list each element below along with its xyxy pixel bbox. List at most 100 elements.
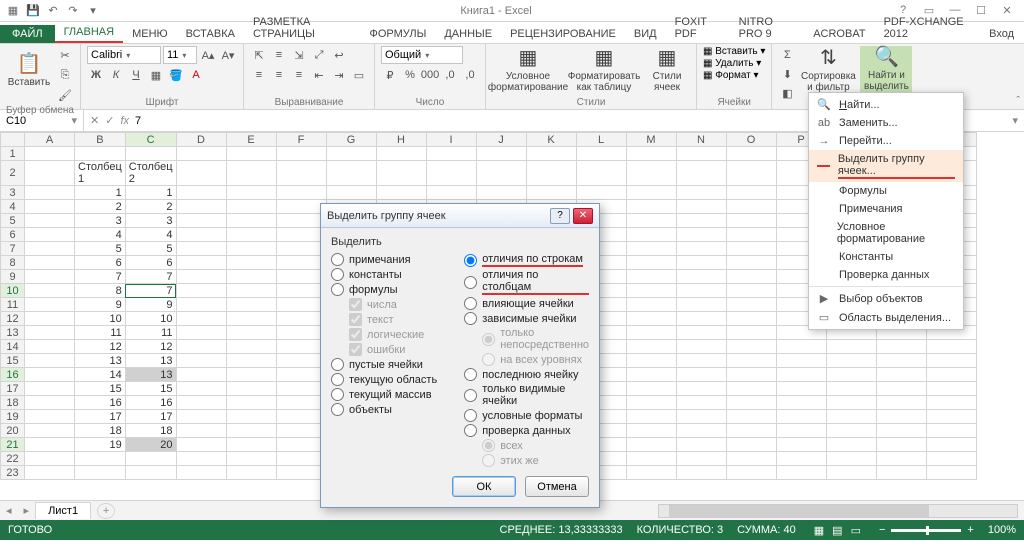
format-painter-icon[interactable]: 🖌 bbox=[56, 86, 74, 104]
tab-pdfx[interactable]: PDF-XChange 2012 bbox=[875, 13, 980, 43]
opt-dependents[interactable]: зависимые ячейки bbox=[464, 311, 589, 326]
font-size-select[interactable]: 11▾ bbox=[163, 46, 197, 64]
close-window-icon[interactable]: ✕ bbox=[996, 4, 1018, 17]
opt-col-diff[interactable]: отличия по столбцам bbox=[464, 268, 589, 296]
tab-acrobat[interactable]: ACROBAT bbox=[804, 25, 874, 43]
dialog-header[interactable]: Выделить группу ячеек ? ✕ bbox=[321, 204, 599, 228]
cut-icon[interactable]: ✂ bbox=[56, 46, 74, 64]
opt-data-validation[interactable]: проверка данных bbox=[464, 423, 589, 438]
menu-constants[interactable]: Константы bbox=[809, 248, 963, 266]
opt-cond-formats[interactable]: условные форматы bbox=[464, 408, 589, 423]
opt-current-array[interactable]: текущий массив bbox=[331, 387, 454, 402]
fill-color-icon[interactable]: 🪣 bbox=[167, 66, 185, 84]
insert-cells-button[interactable]: ▦ Вставить ▾ bbox=[703, 46, 765, 57]
expand-fbar-icon[interactable]: ▾ bbox=[1006, 114, 1024, 127]
tab-insert[interactable]: ВСТАВКА bbox=[177, 25, 244, 43]
tab-home[interactable]: ГЛАВНАЯ bbox=[55, 23, 123, 43]
align-left-icon[interactable]: ≡ bbox=[250, 66, 268, 84]
wrap-text-icon[interactable]: ↩ bbox=[330, 46, 348, 64]
opt-last-cell[interactable]: последнюю ячейку bbox=[464, 367, 589, 382]
grow-font-icon[interactable]: A▴ bbox=[199, 46, 217, 64]
tab-formulas[interactable]: ФОРМУЛЫ bbox=[360, 25, 435, 43]
menu-replace[interactable]: abЗаменить... bbox=[809, 114, 963, 132]
menu-validation[interactable]: Проверка данных bbox=[809, 266, 963, 284]
opt-constants[interactable]: константы bbox=[331, 267, 454, 282]
copy-icon[interactable]: ⎘ bbox=[56, 66, 74, 84]
opt-visible-only[interactable]: только видимые ячейки bbox=[464, 382, 589, 408]
align-middle-icon[interactable]: ≡ bbox=[270, 46, 288, 64]
menu-selection-pane[interactable]: ▭Область выделения... bbox=[809, 308, 963, 327]
dialog-ok-button[interactable]: ОК bbox=[452, 476, 516, 497]
merge-icon[interactable]: ▭ bbox=[350, 66, 368, 84]
autosum-icon[interactable]: Σ bbox=[778, 46, 796, 64]
redo-icon[interactable]: ↷ bbox=[66, 4, 80, 18]
dialog-help-icon[interactable]: ? bbox=[550, 208, 570, 224]
view-buttons[interactable]: ▦▤▭ bbox=[810, 524, 865, 537]
find-select-button[interactable]: 🔍Найти и выделить bbox=[860, 46, 912, 94]
opt-row-diff[interactable]: отличия по строкам bbox=[464, 252, 589, 268]
tab-foxit[interactable]: Foxit PDF bbox=[666, 13, 730, 43]
hscrollbar[interactable] bbox=[658, 504, 1018, 518]
add-sheet-icon[interactable]: + bbox=[97, 503, 115, 519]
opt-comments[interactable]: примечания bbox=[331, 252, 454, 267]
indent-inc-icon[interactable]: ⇥ bbox=[330, 66, 348, 84]
orientation-icon[interactable]: ⤢ bbox=[310, 46, 328, 64]
inc-decimal-icon[interactable]: ,0 bbox=[441, 66, 459, 84]
align-right-icon[interactable]: ≡ bbox=[290, 66, 308, 84]
dialog-close-icon[interactable]: ✕ bbox=[573, 208, 593, 224]
fx-icon[interactable]: fx bbox=[120, 115, 129, 127]
bold-icon[interactable]: Ж bbox=[87, 66, 105, 84]
menu-select-objects[interactable]: ▶Выбор объектов bbox=[809, 289, 963, 308]
underline-icon[interactable]: Ч bbox=[127, 66, 145, 84]
enter-fx-icon[interactable]: ✓ bbox=[105, 114, 114, 127]
sheet-nav-next-icon[interactable]: ▸ bbox=[18, 504, 36, 517]
cond-format-button[interactable]: ▦Условное форматирование bbox=[492, 46, 564, 94]
sheet-tab-1[interactable]: Лист1 bbox=[35, 502, 91, 519]
qat-more-icon[interactable]: ▾ bbox=[86, 4, 100, 18]
align-top-icon[interactable]: ⇱ bbox=[250, 46, 268, 64]
indent-dec-icon[interactable]: ⇤ bbox=[310, 66, 328, 84]
font-color-icon[interactable]: A bbox=[187, 66, 205, 84]
menu-condfmt[interactable]: Условное форматирование bbox=[809, 218, 963, 248]
tab-review[interactable]: РЕЦЕНЗИРОВАНИЕ bbox=[501, 25, 625, 43]
format-cells-button[interactable]: ▦ Формат ▾ bbox=[703, 70, 759, 81]
opt-objects[interactable]: объекты bbox=[331, 402, 454, 417]
menu-goto[interactable]: →Перейти... bbox=[809, 132, 963, 150]
menu-find[interactable]: 🔍Найти... bbox=[809, 95, 963, 114]
tab-nitro[interactable]: NITRO PRO 9 bbox=[730, 13, 805, 43]
font-name-select[interactable]: Calibri▾ bbox=[87, 46, 161, 64]
tab-file[interactable]: ФАЙЛ bbox=[0, 25, 55, 43]
tab-view[interactable]: ВИД bbox=[625, 25, 666, 43]
collapse-ribbon-icon[interactable]: ˆ bbox=[1016, 95, 1020, 107]
sort-filter-button[interactable]: ⇅Сортировка и фильтр bbox=[800, 46, 856, 94]
tab-layout[interactable]: РАЗМЕТКА СТРАНИЦЫ bbox=[244, 13, 361, 43]
dialog-cancel-button[interactable]: Отмена bbox=[525, 476, 589, 497]
tab-menu[interactable]: Меню bbox=[123, 25, 177, 43]
delete-cells-button[interactable]: ▦ Удалить ▾ bbox=[703, 58, 761, 69]
clear-icon[interactable]: ◧ bbox=[778, 84, 796, 102]
italic-icon[interactable]: К bbox=[107, 66, 125, 84]
login-link[interactable]: Вход bbox=[979, 25, 1024, 43]
zoom-slider[interactable]: −+ bbox=[879, 524, 974, 536]
format-table-button[interactable]: ▦Форматировать как таблицу bbox=[568, 46, 640, 94]
opt-current-region[interactable]: текущую область bbox=[331, 372, 454, 387]
tab-data[interactable]: ДАННЫЕ bbox=[435, 25, 501, 43]
save-icon[interactable]: 💾 bbox=[26, 4, 40, 18]
menu-formulas[interactable]: Формулы bbox=[809, 182, 963, 200]
align-bottom-icon[interactable]: ⇲ bbox=[290, 46, 308, 64]
align-center-icon[interactable]: ≡ bbox=[270, 66, 288, 84]
zoom-level[interactable]: 100% bbox=[988, 524, 1016, 536]
paste-button[interactable]: 📋 Вставить bbox=[6, 46, 52, 94]
cancel-fx-icon[interactable]: ✕ bbox=[90, 114, 99, 127]
undo-icon[interactable]: ↶ bbox=[46, 4, 60, 18]
sheet-nav-prev-icon[interactable]: ◂ bbox=[0, 504, 18, 517]
fill-icon[interactable]: ⬇ bbox=[778, 65, 796, 83]
currency-icon[interactable]: ₽ bbox=[381, 66, 399, 84]
comma-icon[interactable]: 000 bbox=[421, 66, 439, 84]
menu-goto-special[interactable]: Выделить группу ячеек... bbox=[809, 150, 963, 182]
opt-blanks[interactable]: пустые ячейки bbox=[331, 357, 454, 372]
dec-decimal-icon[interactable]: ,0 bbox=[461, 66, 479, 84]
borders-icon[interactable]: ▦ bbox=[147, 66, 165, 84]
percent-icon[interactable]: % bbox=[401, 66, 419, 84]
opt-precedents[interactable]: влияющие ячейки bbox=[464, 296, 589, 311]
